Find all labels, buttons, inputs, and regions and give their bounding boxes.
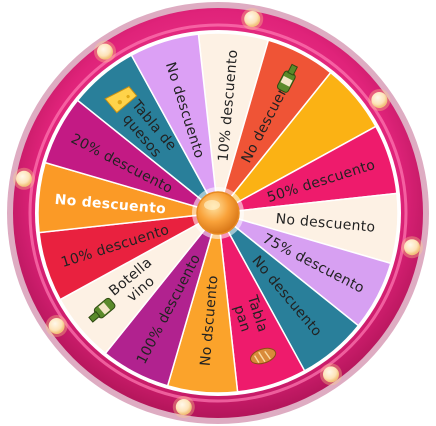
rim-light [371, 92, 388, 109]
rim-light [15, 170, 32, 187]
rim-light [48, 317, 65, 334]
spin-button[interactable] [196, 191, 240, 235]
rim-light [404, 239, 421, 256]
prize-wheel-graphic[interactable]: 10% descuentoNo descuento50% descuentoNo… [0, 0, 436, 426]
prize-wheel[interactable]: 10% descuento No descuento 50% descuento No… [0, 0, 436, 426]
rim-light [244, 10, 261, 27]
rim-light [97, 43, 114, 60]
wheel-hub[interactable] [192, 187, 244, 239]
rim-light [322, 366, 339, 383]
hub-shine [204, 200, 220, 210]
rim-light [175, 399, 192, 416]
